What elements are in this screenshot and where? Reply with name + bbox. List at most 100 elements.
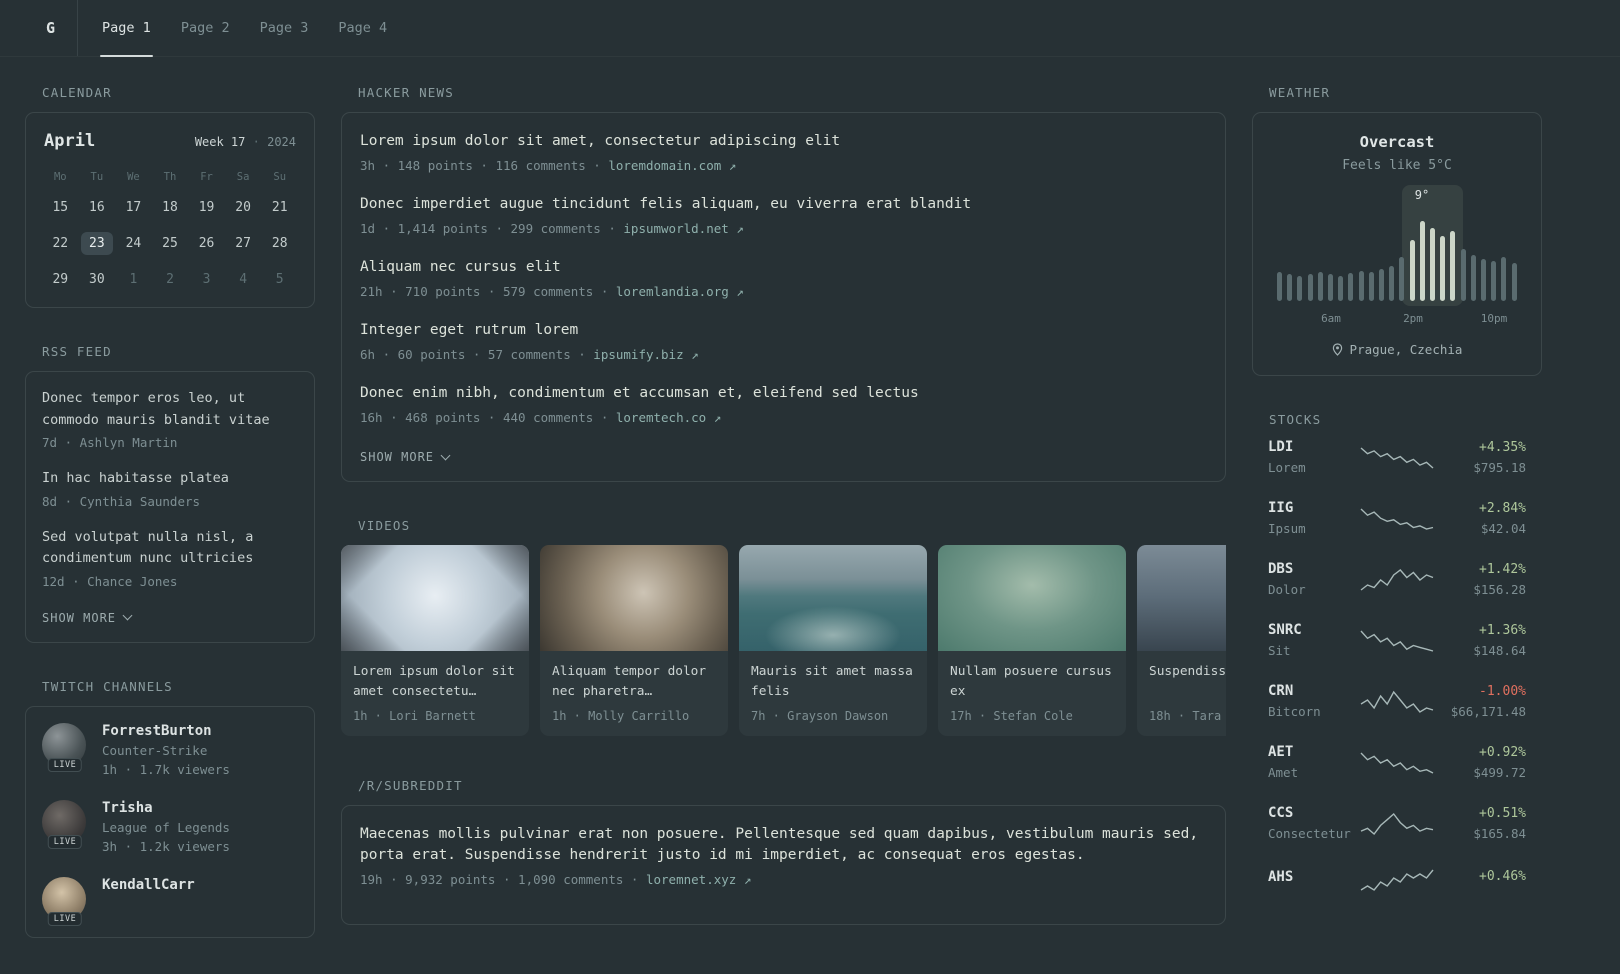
stock-row-aet[interactable]: AET Amet +0.92% $499.72 xyxy=(1268,744,1526,780)
stock-change: +1.42% xyxy=(1479,561,1526,577)
section-title-weather: WEATHER xyxy=(1269,85,1331,100)
post-domain-link[interactable]: loremnet.xyz ↗ xyxy=(646,872,751,887)
stock-symbol: IIG xyxy=(1268,500,1294,516)
stock-price: $165.84 xyxy=(1473,825,1526,841)
stock-row-ahs[interactable]: AHS +0.46% xyxy=(1268,866,1526,892)
rss-show-more-button[interactable]: SHOW MORE xyxy=(42,611,133,625)
stock-price: $156.28 xyxy=(1473,581,1526,597)
video-title[interactable]: Suspendisse diam xyxy=(1149,662,1226,702)
video-thumbnail[interactable] xyxy=(341,545,529,652)
rss-item-meta: 8d · Cynthia Saunders xyxy=(42,493,201,509)
rss-item-title[interactable]: In hac habitasse platea xyxy=(42,468,298,490)
stock-values: +4.35% $795.18 xyxy=(1438,440,1526,475)
videos-widget: VIDEOS Lorem ipsum dolor sit amet consec… xyxy=(341,518,1226,737)
stock-row-ccs[interactable]: CCS Consectetur +0.51% $165.84 xyxy=(1268,805,1526,841)
chevron-down-icon xyxy=(440,450,451,461)
stock-symbol: AET xyxy=(1268,744,1294,760)
post-meta: 16h · 468 points · 440 comments · loremt… xyxy=(360,410,722,426)
calendar-day: 17 xyxy=(125,200,142,215)
nav-tab-1[interactable]: Page 1 xyxy=(100,0,153,57)
weather-bar xyxy=(1358,271,1364,301)
post-title[interactable]: Aliquam nec cursus elit xyxy=(360,257,1207,278)
weather-bar xyxy=(1287,274,1293,301)
calendar-day: 16 xyxy=(89,200,105,215)
post-domain-link[interactable]: ipsumify.biz ↗ xyxy=(593,347,698,362)
weather-bar xyxy=(1389,266,1395,301)
channel-name[interactable]: Trisha xyxy=(102,800,230,816)
channel-name[interactable]: KendallCarr xyxy=(102,877,195,893)
channel-avatar[interactable]: LIVE xyxy=(42,799,88,849)
live-badge: LIVE xyxy=(47,834,83,849)
stock-row-snrc[interactable]: SNRC Sit +1.36% $148.64 xyxy=(1268,622,1526,658)
weather-bar xyxy=(1399,257,1405,301)
calendar-day: 27 xyxy=(235,236,251,251)
video-thumbnail[interactable] xyxy=(739,545,927,652)
video-title[interactable]: Lorem ipsum dolor sit amet consectetu… xyxy=(353,662,517,702)
channel-avatar[interactable]: LIVE xyxy=(42,876,88,926)
video-thumbnail[interactable] xyxy=(938,545,1126,652)
calendar-weekday-label: Mo xyxy=(53,171,67,183)
dashboard: CALENDAR April Week 17 · 2024 Mo Tu We Th Fr… xyxy=(0,57,1620,974)
post-title[interactable]: Donec enim nibh, condimentum et accumsan… xyxy=(360,383,1207,404)
stock-change: +0.51% xyxy=(1479,805,1526,821)
post-domain-link[interactable]: ipsumworld.net ↗ xyxy=(623,221,743,236)
channel-name[interactable]: ForrestBurton xyxy=(102,723,230,739)
weather-bar xyxy=(1409,240,1415,301)
app-logo[interactable]: G xyxy=(32,0,77,56)
nav-tab-3[interactable]: Page 3 xyxy=(258,0,311,56)
calendar-day: 28 xyxy=(271,236,288,251)
calendar-week-row: 22 23 24 25 26 27 28 xyxy=(42,232,298,255)
hackernews-show-more-button[interactable]: SHOW MORE xyxy=(360,450,451,465)
post-domain-link[interactable]: loremdomain.com ↗ xyxy=(608,158,736,173)
weather-bar xyxy=(1307,274,1313,301)
subreddit-card: Maecenas mollis pulvinar erat non posuer… xyxy=(341,805,1226,926)
calendar-day: 19 xyxy=(198,200,215,215)
calendar-year: 2024 xyxy=(267,135,296,149)
channel-avatar[interactable]: LIVE xyxy=(42,722,88,772)
video-title[interactable]: Aliquam tempor dolor nec pharetra… xyxy=(552,662,716,702)
show-more-label: SHOW MORE xyxy=(360,450,435,465)
stock-name: Ipsum xyxy=(1268,521,1306,536)
twitch-channel: LIVE KendallCarr xyxy=(42,876,298,926)
stocks-list: LDI Lorem +4.35% $795.18 IIG Ipsum +2.84% $42.0… xyxy=(1252,439,1542,892)
video-card: Suspendisse diam 18h · Tara xyxy=(1137,545,1226,737)
post-item: Maecenas mollis pulvinar erat non posuer… xyxy=(360,824,1207,887)
videos-scroll-row[interactable]: Lorem ipsum dolor sit amet consectetu… 1h… xyxy=(341,545,1226,737)
post-title[interactable]: Integer eget rutrum lorem xyxy=(360,320,1207,341)
weather-bar xyxy=(1481,259,1487,301)
video-title[interactable]: Mauris sit amet massa felis xyxy=(751,662,915,702)
weather-feels-like: Feels like 5°C xyxy=(1342,158,1452,173)
video-title[interactable]: Nullam posuere cursus ex xyxy=(950,662,1114,702)
video-meta: 18h · Tara xyxy=(1149,709,1222,724)
calendar-header: April Week 17 · 2024 xyxy=(42,129,298,151)
twitch-widget: TWITCH CHANNELS LIVE ForrestBurton Counter… xyxy=(25,679,315,938)
stock-row-dbs[interactable]: DBS Dolor +1.42% $156.28 xyxy=(1268,561,1526,597)
stock-row-iig[interactable]: IIG Ipsum +2.84% $42.04 xyxy=(1268,500,1526,536)
weather-location: Prague, Czechia xyxy=(1269,342,1525,357)
stock-spark-wrap xyxy=(1356,444,1438,470)
stock-sparkline xyxy=(1360,508,1434,530)
video-thumbnail[interactable] xyxy=(1137,545,1226,652)
post-title[interactable]: Lorem ipsum dolor sit amet, consectetur … xyxy=(360,131,1207,152)
stock-row-ldi[interactable]: LDI Lorem +4.35% $795.18 xyxy=(1268,439,1526,475)
stock-id: AET Amet xyxy=(1268,744,1356,780)
video-meta: 1h · Lori Barnett xyxy=(353,709,476,724)
post-title[interactable]: Maecenas mollis pulvinar erat non posuer… xyxy=(360,824,1207,866)
nav-tab-2[interactable]: Page 2 xyxy=(179,0,232,56)
location-pin-icon xyxy=(1332,343,1342,356)
stock-sparkline xyxy=(1360,447,1434,469)
rss-item-title[interactable]: Sed volutpat nulla nisl, a condimentum n… xyxy=(42,527,298,570)
video-body: Lorem ipsum dolor sit amet consectetu… 1h… xyxy=(341,651,529,736)
post-domain-link[interactable]: loremlandia.org ↗ xyxy=(616,284,744,299)
weather-bar xyxy=(1379,269,1385,301)
stock-row-crn[interactable]: CRN Bitcorn -1.00% $66,171.48 xyxy=(1268,683,1526,719)
video-thumbnail[interactable] xyxy=(540,545,728,652)
calendar-card: April Week 17 · 2024 Mo Tu We Th Fr Sa Su 15 16… xyxy=(25,112,315,308)
stock-spark-wrap xyxy=(1356,627,1438,653)
stock-spark-wrap xyxy=(1356,810,1438,836)
rss-item-title[interactable]: Donec tempor eros leo, ut commodo mauris… xyxy=(42,388,298,431)
stock-spark-wrap xyxy=(1356,688,1438,714)
post-title[interactable]: Donec imperdiet augue tincidunt felis al… xyxy=(360,194,1207,215)
nav-tab-4[interactable]: Page 4 xyxy=(336,0,389,56)
post-domain-link[interactable]: loremtech.co ↗ xyxy=(616,410,721,425)
